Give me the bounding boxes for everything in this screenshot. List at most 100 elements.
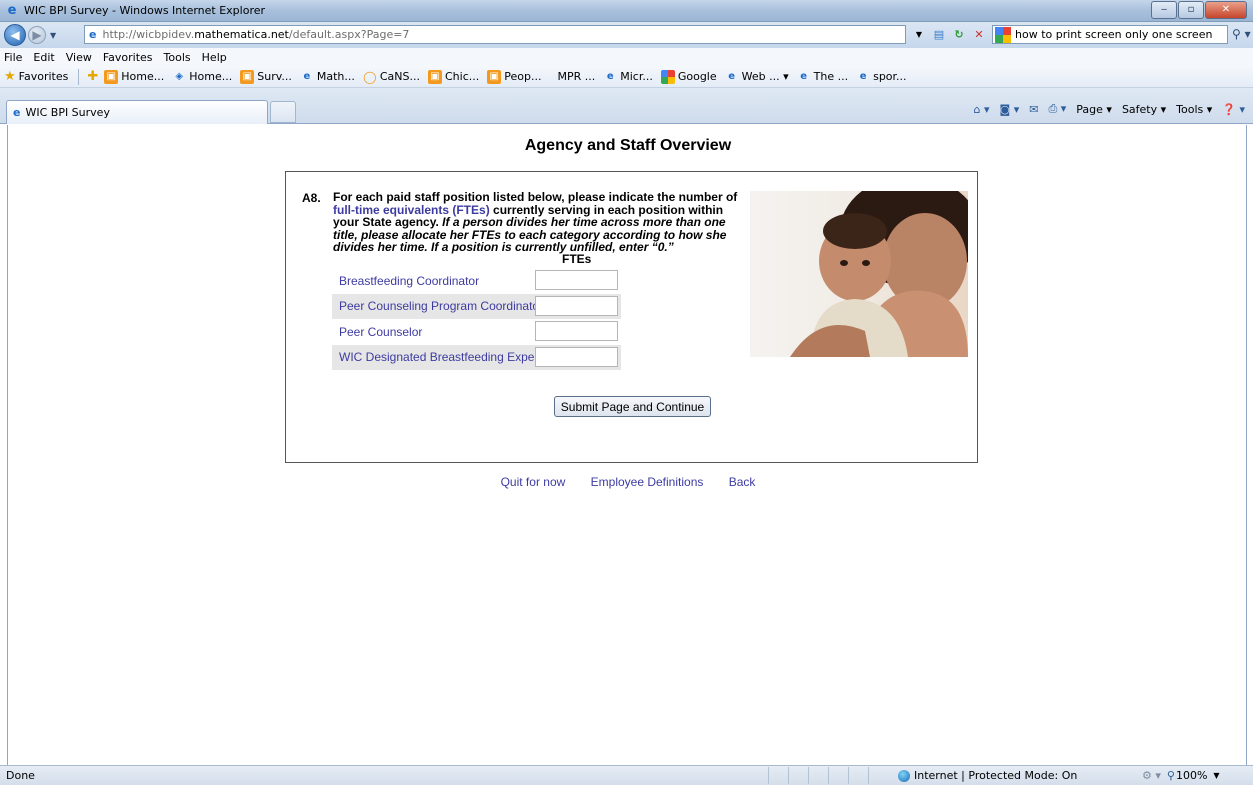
footer-links: Quit for now Employee Definitions Back	[8, 475, 1248, 489]
status-cell	[868, 767, 888, 784]
mother-and-baby-photo	[750, 191, 968, 357]
favorites-star-icon[interactable]: ★	[4, 69, 16, 84]
orange-feed-icon: ▣	[487, 69, 502, 84]
ie-page-icon: e	[800, 70, 808, 82]
favorite-link[interactable]: ▣ Peop...	[487, 69, 541, 84]
favorite-link[interactable]: MPR ...	[557, 70, 595, 83]
zoom-control[interactable]: ⚙ ▾ ⚲ 100% ▼	[1136, 769, 1220, 782]
mail-icon[interactable]: ✉	[1029, 103, 1038, 116]
favorite-link[interactable]: ◯ CaNS...	[363, 70, 420, 84]
ie-page-icon: e	[89, 28, 97, 41]
minimize-button[interactable]: ‒	[1151, 1, 1177, 19]
zone-text: Internet | Protected Mode: On	[914, 769, 1078, 782]
menu-file[interactable]: File	[4, 51, 22, 64]
quit-for-now-link[interactable]: Quit for now	[501, 475, 566, 489]
protected-mode-icon[interactable]: ⚙ ▾	[1142, 769, 1161, 782]
url-scheme: http://wicbpidev.	[102, 28, 195, 41]
google-icon	[995, 26, 1011, 43]
globe-icon	[898, 769, 910, 782]
google-icon	[660, 69, 675, 84]
row-label[interactable]: Breastfeeding Coordinator	[339, 274, 479, 288]
window-controls: ‒ ▫ ✕	[1150, 1, 1247, 19]
security-zone[interactable]: Internet | Protected Mode: On	[898, 769, 1077, 782]
favorites-bar: ★ Favorites ✚ ▣ Home... ◈ Home... ▣ Surv...…	[0, 66, 1253, 88]
orange-feed-icon: ▣	[240, 69, 255, 84]
back-arrow-icon[interactable]: ◀	[4, 24, 26, 46]
fte-column-header: FTEs	[562, 252, 592, 266]
window-title-bar: e WIC BPI Survey - Windows Internet Expl…	[0, 0, 1253, 22]
tools-menu[interactable]: Tools ▾	[1176, 103, 1212, 116]
add-to-favorites-icon[interactable]: ✚	[87, 69, 98, 84]
page-title: Agency and Staff Overview	[524, 137, 732, 154]
address-input[interactable]: e http://wicbpidev. mathematica.net/defau…	[84, 25, 906, 44]
submit-page-button[interactable]: Submit Page and Continue	[554, 396, 711, 417]
new-tab-button[interactable]	[270, 101, 296, 123]
page-menu[interactable]: Page ▾	[1076, 103, 1112, 116]
print-icon[interactable]: ⎙ ▾	[1048, 102, 1066, 116]
favorite-link[interactable]: e spor...	[856, 70, 907, 84]
url-host: mathematica.net	[194, 28, 289, 41]
favorite-link[interactable]: ▣ Home...	[104, 69, 164, 84]
orange-feed-icon: ▣	[428, 69, 442, 84]
breastfeeding-expert-input[interactable]	[535, 346, 618, 367]
status-cell	[828, 767, 848, 784]
status-bar: Done Internet | Protected Mode: On ⚙ ▾ ⚲…	[0, 765, 1253, 785]
menu-favorites[interactable]: Favorites	[103, 51, 153, 64]
history-dropdown-icon[interactable]: ▼	[50, 31, 56, 40]
ie-page-icon: e	[13, 106, 21, 119]
feeds-icon[interactable]: ◙ ▾	[1000, 103, 1020, 116]
back-link[interactable]: Back	[729, 475, 756, 489]
close-button[interactable]: ✕	[1205, 1, 1247, 19]
favorite-link[interactable]: e Math...	[300, 70, 354, 84]
peer-counseling-coordinator-input[interactable]	[535, 295, 618, 316]
refresh-icon[interactable]: ↻	[950, 26, 968, 44]
safety-menu[interactable]: Safety ▾	[1122, 103, 1166, 116]
stop-icon[interactable]: ✕	[970, 26, 988, 44]
peer-counselor-input[interactable]	[535, 321, 618, 341]
menu-edit[interactable]: Edit	[33, 51, 54, 64]
table-row: Breastfeeding Coordinator	[332, 268, 621, 294]
favorite-link[interactable]: ▣ Surv...	[240, 69, 292, 84]
favorite-link[interactable]: ◈ Home...	[172, 70, 232, 84]
table-row: Peer Counseling Program Coordinator	[332, 293, 621, 319]
address-tools: ▼ ▤ ↻ ✕	[910, 26, 990, 44]
question-panel: A8. For each paid staff position listed …	[285, 171, 978, 463]
favorite-link[interactable]: e The ...	[797, 70, 848, 84]
favorites-button[interactable]: Favorites	[19, 70, 69, 83]
question-number: A8.	[302, 191, 321, 205]
menu-help[interactable]: Help	[202, 51, 227, 64]
home-icon[interactable]: ⌂ ▾	[974, 103, 990, 116]
employee-definitions-link[interactable]: Employee Definitions	[591, 475, 704, 489]
status-cells	[768, 767, 888, 784]
zoom-icon: ⚲	[1166, 769, 1175, 782]
favorite-link[interactable]: e Web ... ▾	[725, 70, 788, 84]
mother-and-baby-illustration	[790, 191, 968, 357]
ie-page-icon: e	[303, 70, 311, 82]
orange-feed-icon: ▣	[104, 69, 119, 84]
tab-wic-bpi-survey[interactable]: e WIC BPI Survey	[6, 100, 268, 124]
row-label[interactable]: Peer Counseling Program Coordinator	[339, 299, 543, 313]
menu-tools[interactable]: Tools	[164, 51, 191, 64]
ie-page-icon: e	[606, 70, 614, 82]
search-input[interactable]: how to print screen only one screen	[992, 25, 1228, 44]
favorite-link[interactable]: ▣ Chic...	[428, 69, 479, 84]
search-value: how to print screen only one screen	[1015, 28, 1213, 41]
forward-arrow-icon[interactable]: ▶	[28, 26, 46, 44]
row-label[interactable]: Peer Counselor	[339, 325, 422, 339]
zoom-dropdown-icon[interactable]: ▼	[1213, 771, 1219, 780]
compatibility-view-icon[interactable]: ▤	[930, 26, 948, 44]
row-label[interactable]: WIC Designated Breastfeeding Expert	[339, 350, 542, 364]
question-text: For each paid staff position listed belo…	[333, 191, 743, 254]
page-content: Agency and Staff Overview A8. For each p…	[7, 125, 1247, 765]
menu-view[interactable]: View	[66, 51, 92, 64]
tab-bar: e WIC BPI Survey ⌂ ▾ ◙ ▾ ✉ ⎙ ▾ Page ▾ Sa…	[0, 88, 1253, 124]
favorite-link[interactable]: e Micr...	[603, 70, 653, 84]
favorite-link[interactable]: Google	[660, 69, 717, 84]
help-icon[interactable]: ❓ ▾	[1222, 103, 1245, 116]
maximize-button[interactable]: ▫	[1178, 1, 1204, 19]
address-dropdown-icon[interactable]: ▼	[910, 26, 928, 44]
breastfeeding-coordinator-input[interactable]	[535, 270, 618, 290]
address-toolbar: ◀ ▶ ▼ e http://wicbpidev. mathematica.net…	[0, 22, 1253, 48]
search-icon[interactable]: ⚲ ▾	[1232, 27, 1251, 41]
url-path: /default.aspx?Page=7	[288, 28, 410, 41]
